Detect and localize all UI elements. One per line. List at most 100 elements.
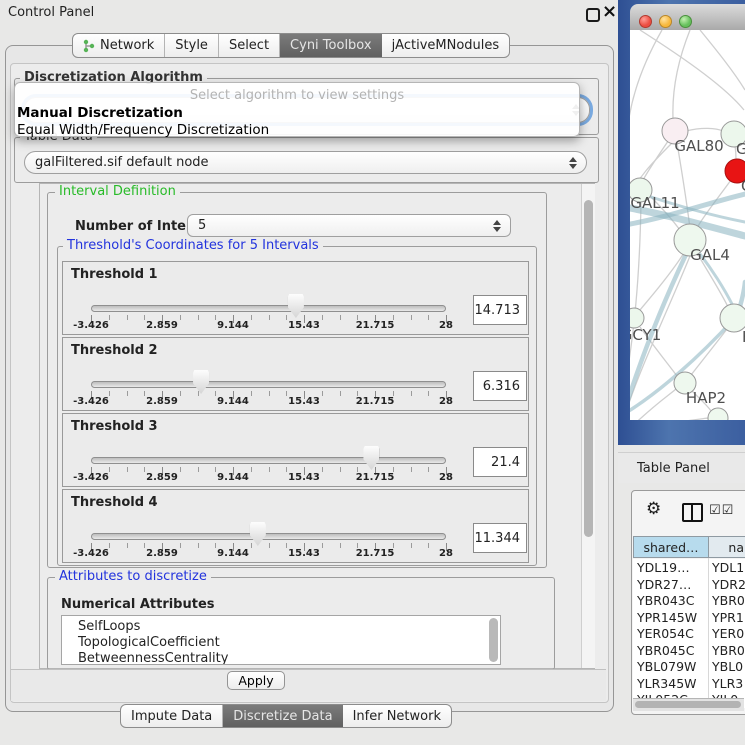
apply-button[interactable]: Apply xyxy=(227,671,285,690)
network-node-label: GAL11 xyxy=(630,194,679,212)
close-traffic-light-icon[interactable] xyxy=(639,15,652,28)
threshold-slider-track[interactable] xyxy=(91,457,446,464)
network-edge[interactable] xyxy=(630,30,662,118)
network-edge[interactable] xyxy=(640,253,684,310)
table-data-select[interactable]: galFiltered.sif default node xyxy=(24,151,587,174)
control-panel-tabs: Network StyleSelectCyni ToolboxjActiveMNo… xyxy=(72,33,510,58)
table-row[interactable]: YBR043CYBR0 xyxy=(633,592,745,609)
cell-shared-name: YBR045C xyxy=(637,642,694,659)
tick-label: 15.43 xyxy=(272,396,336,407)
network-edge[interactable] xyxy=(686,128,723,131)
minor-tick xyxy=(198,543,199,548)
tick-label: 28 xyxy=(414,320,478,331)
network-node[interactable] xyxy=(630,308,644,328)
dropdown-item-equal-width-frequency[interactable]: Equal Width/Frequency Discretization xyxy=(15,122,579,138)
tick-label: 9.144 xyxy=(201,396,265,407)
threshold-slider-track[interactable] xyxy=(91,305,446,312)
threshold-slider-track[interactable] xyxy=(91,381,446,388)
numerical-attributes-label: Numerical Attributes xyxy=(61,597,215,612)
cell-name: YBL0 xyxy=(712,658,743,675)
network-edge[interactable] xyxy=(691,329,727,375)
threshold-value-field[interactable]: 14.713 xyxy=(473,295,527,325)
tick-label: 15.43 xyxy=(272,472,336,483)
table-panel-title: Table Panel xyxy=(637,461,710,476)
threshold-slider-track[interactable] xyxy=(91,533,446,540)
threshold-label: Threshold 4 xyxy=(71,495,158,510)
threshold-slider-thumb[interactable] xyxy=(363,446,379,470)
tab-style[interactable]: Style xyxy=(165,34,219,57)
attribute-list-item[interactable]: SelfLoops xyxy=(62,619,500,635)
tab-label: Network xyxy=(100,38,154,53)
cell-name: YER0 xyxy=(712,625,744,642)
threshold-panel-4: Threshold 4-3.4262.8599.14415.4321.71528… xyxy=(62,489,529,563)
number-of-intervals-select[interactable]: 5 xyxy=(187,214,511,237)
minor-tick xyxy=(127,467,128,472)
dropdown-item-manual-discretization[interactable]: Manual Discretization xyxy=(15,105,579,121)
minor-tick xyxy=(269,315,270,320)
minor-tick xyxy=(269,543,270,548)
close-icon[interactable]: × xyxy=(602,1,617,22)
minor-tick xyxy=(198,391,199,396)
network-edge[interactable] xyxy=(673,30,690,118)
network-icon xyxy=(83,39,95,53)
float-window-icon[interactable] xyxy=(586,8,600,22)
tab-discretize-data[interactable]: Discretize Data xyxy=(223,705,342,727)
tick-label: 21.715 xyxy=(343,320,407,331)
minimize-traffic-light-icon[interactable] xyxy=(659,15,672,28)
threshold-slider-thumb[interactable] xyxy=(288,294,304,318)
table-hscrollbar[interactable] xyxy=(633,698,744,711)
tick-label: 28 xyxy=(414,548,478,559)
tab-cyni-toolbox[interactable]: Cyni Toolbox xyxy=(280,34,382,57)
attributes-list-scrollbar[interactable] xyxy=(489,618,498,662)
table-column-header-name[interactable]: na xyxy=(708,536,745,558)
network-edge[interactable] xyxy=(700,30,745,90)
table-row[interactable]: YER054CYER0 xyxy=(633,625,745,642)
minor-tick xyxy=(198,315,199,320)
table-column-header-shared[interactable]: shared… xyxy=(633,536,709,558)
threshold-value-field[interactable]: 6.316 xyxy=(473,371,527,401)
tab-infer-network[interactable]: Infer Network xyxy=(343,705,451,727)
table-row[interactable]: YDL19…YDL1 xyxy=(633,559,745,576)
tab-select[interactable]: Select xyxy=(219,34,280,57)
tab-label: Discretize Data xyxy=(233,709,332,724)
numerical-attributes-list[interactable]: SelfLoopsTopologicalCoefficientBetweenne… xyxy=(61,615,501,665)
network-window-titlebar[interactable] xyxy=(630,4,745,31)
table-row[interactable]: YDR27…YDR2 xyxy=(633,576,745,593)
tick-label: -3.426 xyxy=(59,320,123,331)
number-of-intervals-value: 5 xyxy=(188,218,490,233)
attribute-list-item[interactable]: BetweennessCentrality xyxy=(62,651,500,665)
tab-impute-data[interactable]: Impute Data xyxy=(121,705,223,727)
tick-label: 21.715 xyxy=(343,472,407,483)
table-row[interactable]: YPR145WYPR1 xyxy=(633,609,745,626)
gear-icon[interactable]: ⚙ xyxy=(646,499,661,519)
table-row[interactable]: YLR345WYLR3 xyxy=(633,675,745,692)
split-columns-icon[interactable] xyxy=(682,503,703,522)
table-hscrollbar-thumb[interactable] xyxy=(635,701,741,708)
attribute-list-item[interactable]: TopologicalCoefficient xyxy=(62,635,500,651)
tab-jactivemnodules[interactable]: jActiveMNodules xyxy=(382,34,510,57)
threshold-slider-thumb[interactable] xyxy=(193,370,209,394)
minor-tick xyxy=(269,467,270,472)
zoom-traffic-light-icon[interactable] xyxy=(679,15,692,28)
cell-name: YBR0 xyxy=(712,592,745,609)
threshold-slider-thumb[interactable] xyxy=(250,522,266,546)
settings-scrollbar[interactable] xyxy=(581,184,595,668)
threshold-panel-2: Threshold 2-3.4262.8599.14415.4321.71528… xyxy=(62,337,529,411)
cell-name: YDL1 xyxy=(712,559,744,576)
minor-tick xyxy=(340,467,341,472)
network-node[interactable] xyxy=(708,408,728,420)
threshold-value-field[interactable]: 11.344 xyxy=(473,523,527,553)
minor-tick xyxy=(127,543,128,548)
tick-label: 28 xyxy=(414,472,478,483)
table-row[interactable]: YBR045CYBR0 xyxy=(633,642,745,659)
settings-scrollbar-thumb[interactable] xyxy=(584,200,593,537)
show-columns-checkboxes-icon[interactable]: ☑☑ xyxy=(709,503,734,518)
tick-label: -3.426 xyxy=(59,548,123,559)
tick-label: 21.715 xyxy=(343,396,407,407)
threshold-value-field[interactable]: 21.4 xyxy=(473,447,527,477)
table-column-divider xyxy=(708,558,709,698)
table-row[interactable]: YBL079WYBL0 xyxy=(633,658,745,675)
network-canvas[interactable]: GAL80GACGAL11GAL4GCY1HHAP2 xyxy=(630,30,745,420)
tab-network[interactable]: Network xyxy=(73,34,165,57)
network-edge[interactable] xyxy=(630,418,708,420)
